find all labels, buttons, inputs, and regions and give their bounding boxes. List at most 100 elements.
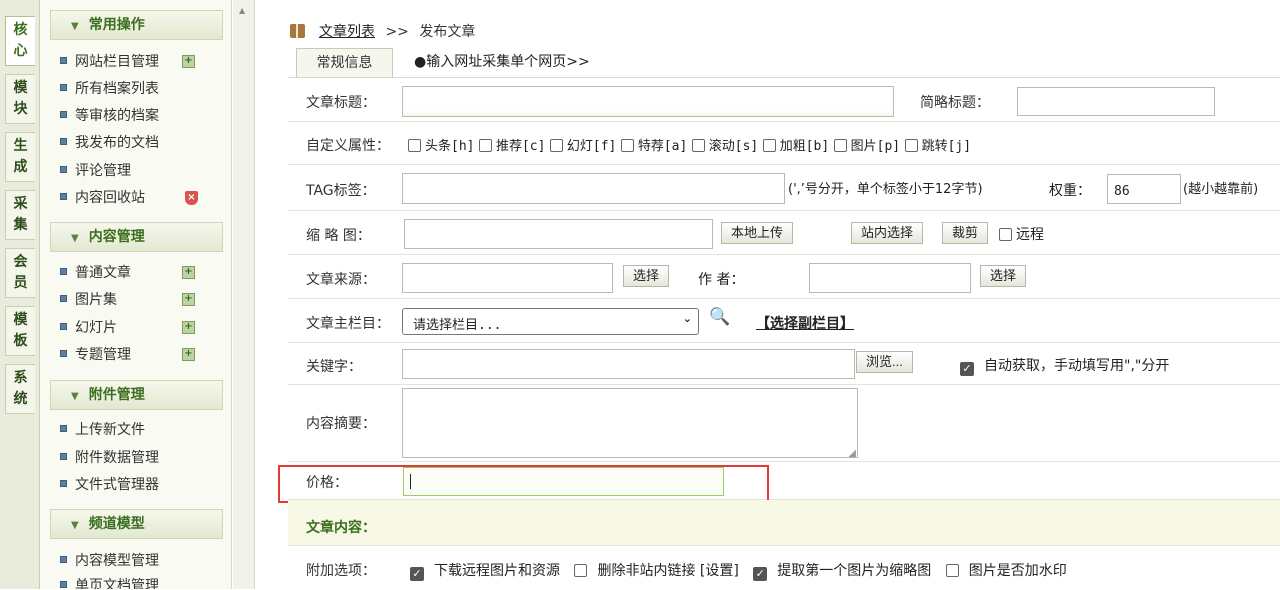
- attr-label: 图片[p]: [850, 139, 901, 154]
- author-input[interactable]: [809, 263, 971, 293]
- attr-jump[interactable]: 跳转[j]: [904, 138, 971, 154]
- menu-group-title: 附件管理: [88, 387, 145, 403]
- attr-special[interactable]: 特荐[a]: [620, 138, 688, 154]
- attr-headline[interactable]: 头条[h]: [408, 138, 474, 154]
- attr-label: 特荐[a]: [637, 139, 688, 154]
- thumbnail-input[interactable]: [404, 219, 713, 249]
- vtab-generate-char2: 成: [13, 159, 28, 175]
- menu-item-attach-data[interactable]: 附件数据管理: [60, 448, 159, 468]
- checkbox-checked-icon[interactable]: ✓: [753, 567, 768, 581]
- vtab-generate[interactable]: 生成: [5, 132, 35, 182]
- checkbox-icon[interactable]: [478, 139, 492, 152]
- add-icon[interactable]: +: [182, 266, 195, 279]
- checkbox-icon[interactable]: [999, 228, 1012, 241]
- sub-column-link[interactable]: 【选择副栏目】: [756, 313, 854, 333]
- resize-handle-icon[interactable]: ◢: [848, 448, 856, 459]
- price-input[interactable]: [403, 467, 724, 496]
- menu-item-content-model[interactable]: 内容模型管理: [60, 551, 159, 571]
- menu-item-all-archives[interactable]: 所有档案列表: [60, 79, 159, 99]
- checkbox-icon[interactable]: [620, 139, 634, 152]
- remote-option[interactable]: 远程: [999, 224, 1044, 244]
- crop-button[interactable]: 裁剪: [942, 222, 989, 244]
- chevron-down-icon: ⌄: [682, 312, 692, 325]
- checkbox-checked-icon[interactable]: ✓: [960, 362, 974, 376]
- menu-item-column-manage[interactable]: 网站栏目管理 +: [60, 52, 195, 72]
- site-select-button[interactable]: 站内选择: [851, 222, 924, 244]
- source-select-button[interactable]: 选择: [623, 265, 670, 287]
- vtab-system[interactable]: 系统: [5, 364, 35, 414]
- local-upload-button[interactable]: 本地上传: [721, 222, 794, 244]
- menu-item-topics[interactable]: 专题管理 +: [60, 345, 195, 365]
- checkbox-icon[interactable]: [904, 139, 918, 152]
- vtab-collect[interactable]: 采集: [5, 190, 35, 240]
- extra-watermark[interactable]: 图片是否加水印: [945, 563, 1067, 579]
- delete-icon[interactable]: ×: [185, 191, 198, 205]
- vtab-member[interactable]: 会员: [5, 248, 35, 298]
- menu-group-channel[interactable]: ▼ 频道模型: [50, 509, 223, 539]
- menu-item-article[interactable]: 普通文章 +: [60, 263, 195, 283]
- menu-item-upload[interactable]: 上传新文件: [60, 420, 145, 440]
- attr-bold[interactable]: 加粗[b]: [762, 138, 829, 154]
- vtab-module-char1: 模: [13, 80, 28, 96]
- menu-item-recycle[interactable]: 内容回收站 ×: [60, 188, 198, 208]
- add-icon[interactable]: +: [182, 55, 195, 68]
- column-select[interactable]: 请选择栏目... ⌄: [402, 308, 699, 335]
- vtab-module[interactable]: 模块: [5, 74, 35, 124]
- row-source: 文章来源： 选择 作 者： 选择: [288, 255, 1280, 299]
- checkbox-icon[interactable]: [833, 139, 847, 152]
- vtab-core-char1: 核: [13, 22, 28, 38]
- attr-slide[interactable]: 幻灯[f]: [549, 138, 616, 154]
- collapse-arrow-icon[interactable]: ▲: [239, 6, 245, 15]
- attr-scroll[interactable]: 滚动[s]: [691, 138, 758, 154]
- extra-remove-links[interactable]: 删除非站内链接 [设置]: [574, 563, 739, 579]
- checkbox-icon[interactable]: [574, 564, 588, 577]
- sidebar-splitter[interactable]: ▲: [233, 0, 255, 589]
- checkbox-icon[interactable]: [762, 139, 776, 152]
- checkbox-icon[interactable]: [691, 139, 705, 152]
- tab-general[interactable]: 常规信息: [296, 48, 393, 77]
- attr-picture[interactable]: 图片[p]: [833, 138, 901, 154]
- add-icon[interactable]: +: [182, 348, 195, 361]
- menu-item-comments[interactable]: 评论管理: [60, 161, 131, 181]
- summary-textarea[interactable]: ◢: [402, 388, 858, 459]
- tag-input[interactable]: [402, 173, 785, 204]
- attr-recommend[interactable]: 推荐[c]: [478, 138, 545, 154]
- extra-download-remote[interactable]: ✓ 下载远程图片和资源: [410, 563, 560, 581]
- menu-item-slides[interactable]: 幻灯片 +: [60, 318, 195, 338]
- menu-item-pending[interactable]: 等审核的档案: [60, 106, 159, 126]
- menu-group-content[interactable]: ▼ 内容管理: [50, 222, 223, 252]
- author-select-button[interactable]: 选择: [980, 265, 1027, 287]
- search-icon[interactable]: 🔍: [709, 307, 730, 327]
- checkbox-checked-icon[interactable]: ✓: [410, 567, 424, 581]
- vtab-core[interactable]: 核心: [5, 16, 35, 66]
- vtab-member-char2: 员: [13, 275, 28, 291]
- browse-button[interactable]: 浏览...: [856, 351, 913, 373]
- row-keywords: 关键字： 浏览... ✓ 自动获取，手动填写用","分开: [288, 343, 1280, 385]
- tab-collect-url[interactable]: ●输入网址采集单个网页>>: [414, 48, 590, 77]
- menu-group-common[interactable]: ▼ 常用操作: [50, 10, 223, 40]
- extra-options-label: 附加选项：: [306, 563, 376, 579]
- short-title-input[interactable]: [1017, 87, 1215, 116]
- source-input[interactable]: [402, 263, 613, 293]
- price-label: 价格：: [306, 475, 348, 491]
- title-input[interactable]: [402, 86, 894, 117]
- keywords-input[interactable]: [402, 349, 855, 379]
- menu-group-attachments[interactable]: ▼ 附件管理: [50, 380, 223, 410]
- weight-input[interactable]: 86: [1107, 174, 1181, 204]
- extra-first-image-thumb[interactable]: ✓ 提取第一个图片为缩略图: [753, 563, 931, 581]
- tag-label: TAG标签：: [306, 183, 376, 199]
- checkbox-icon[interactable]: [549, 139, 563, 152]
- menu-item-gallery[interactable]: 图片集 +: [60, 290, 195, 310]
- extra-label: 删除非站内链接 [设置]: [597, 563, 739, 579]
- auto-fetch-option[interactable]: ✓ 自动获取，手动填写用","分开: [960, 355, 1169, 376]
- checkbox-icon[interactable]: [945, 564, 959, 577]
- menu-item-my-docs[interactable]: 我发布的文档: [60, 133, 159, 153]
- add-icon[interactable]: +: [182, 293, 195, 306]
- menu-item-single-page[interactable]: 单页文档管理: [60, 576, 159, 589]
- menu-item-file-manager[interactable]: 文件式管理器: [60, 475, 159, 495]
- breadcrumb-link-article-list[interactable]: 文章列表: [319, 24, 375, 40]
- vtab-template[interactable]: 模板: [5, 306, 35, 356]
- checkbox-icon[interactable]: [408, 139, 421, 152]
- attributes-label: 自定义属性：: [306, 138, 390, 154]
- add-icon[interactable]: +: [182, 321, 195, 334]
